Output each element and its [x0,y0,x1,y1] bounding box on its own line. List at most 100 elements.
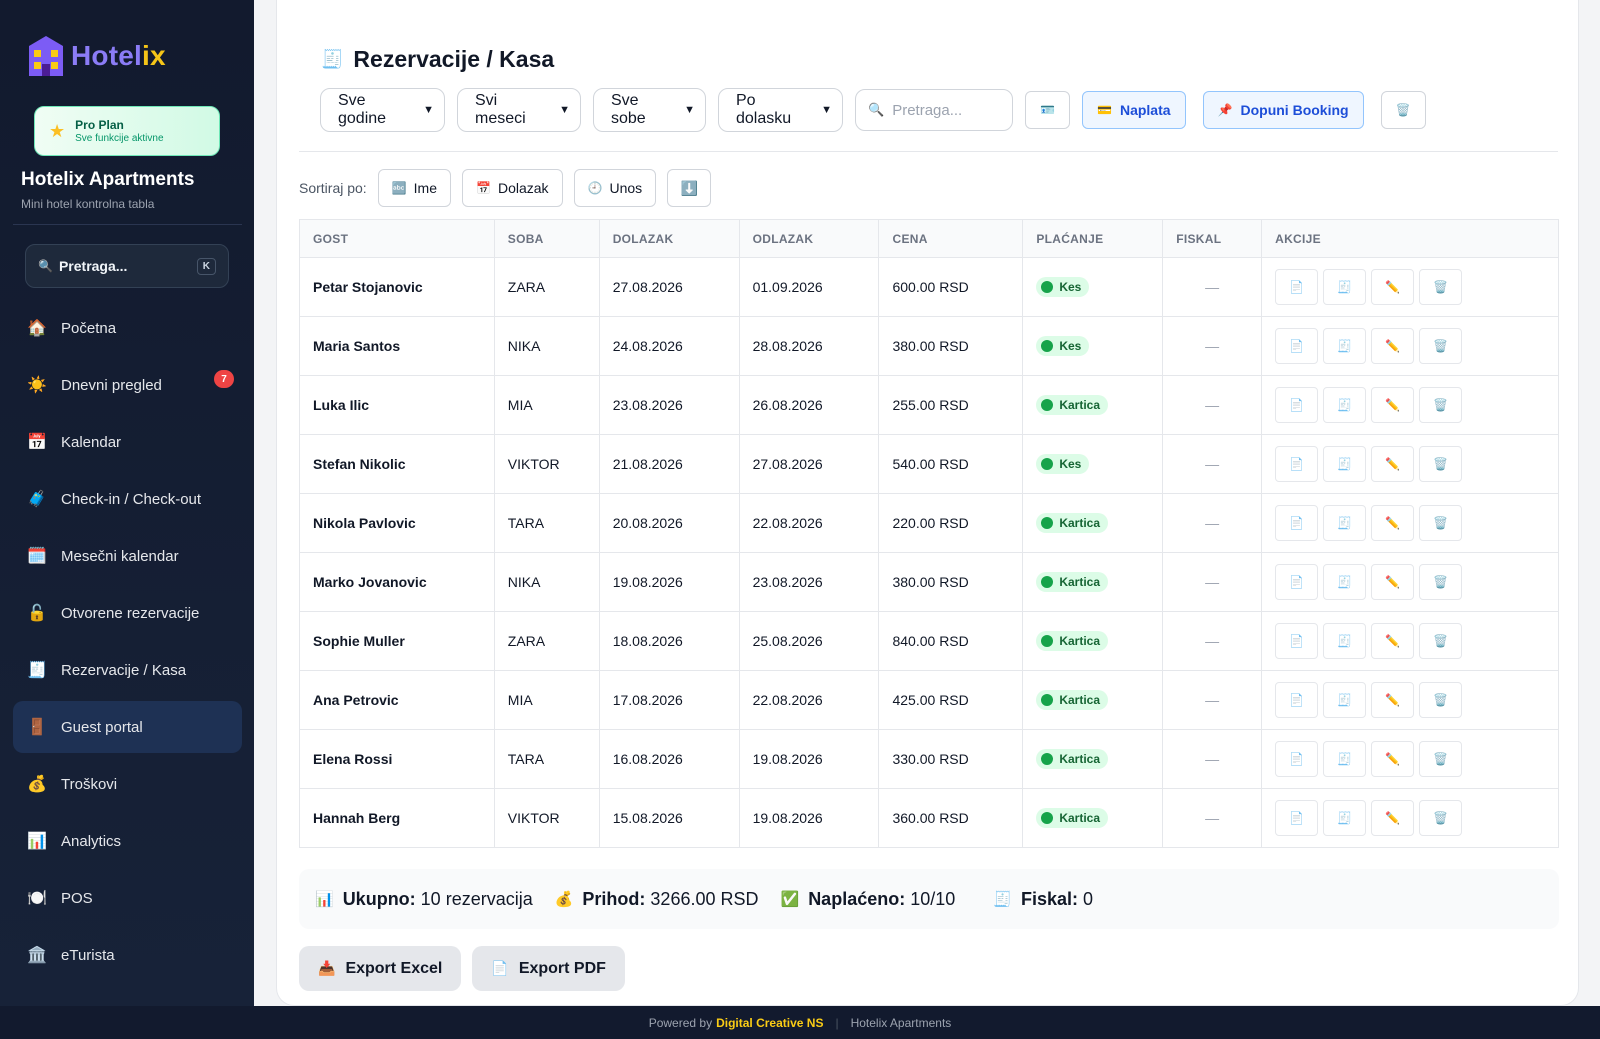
room-cell: ZARA [493,257,600,317]
room-cell: ZARA [493,611,600,671]
fiscal-receipt-button[interactable]: 🧾 [1323,741,1367,777]
receipt-icon: 🧾 [1337,339,1353,353]
export-excel-button[interactable]: 📥 Export Excel [299,946,462,991]
view-document-button[interactable]: 📄 [1275,505,1319,541]
edit-button[interactable]: ✏️ [1371,741,1415,777]
fiscal-receipt-button[interactable]: 🧾 [1323,564,1367,600]
payment-cell: Kes [1022,257,1164,317]
delete-all-button[interactable]: 🗑️ [1380,91,1426,129]
edit-button[interactable]: ✏️ [1371,328,1415,364]
footer-brand-link[interactable]: Digital Creative NS [716,1016,823,1030]
room-select[interactable]: Sve sobe ▼ [593,88,706,132]
sidebar-item-po-etna[interactable]: 🏠 Početna [13,302,242,354]
fiscal-receipt-button[interactable]: 🧾 [1323,800,1367,836]
sidebar-item-check-in-check-out[interactable]: 🧳 Check-in / Check-out [13,473,242,525]
order-select[interactable]: Po dolasku ▼ [718,88,843,132]
fiscal-receipt-button[interactable]: 🧾 [1323,269,1367,305]
fiscal-receipt-button[interactable]: 🧾 [1323,446,1367,482]
fiscal-receipt-button[interactable]: 🧾 [1323,387,1367,423]
arrival-cell: 19.08.2026 [598,552,740,612]
column-header: ODLAZAK [738,219,880,258]
logo[interactable]: Hotelix [29,36,166,76]
year-select[interactable]: Sve godine ▼ [320,88,445,132]
delete-button[interactable]: 🗑️ [1419,564,1463,600]
dopuni-booking-button[interactable]: 📌 Dopuni Booking [1202,91,1364,129]
sidebar-item-mese-ni-kalendar[interactable]: 🗓️ Mesečni kalendar [13,530,242,582]
edit-button[interactable]: ✏️ [1371,269,1415,305]
payment-cell: Kes [1022,434,1164,494]
fiscal-receipt-button[interactable]: 🧾 [1323,623,1367,659]
plan-subtitle: Sve funkcije aktivne [75,133,164,144]
sidebar-item-analytics[interactable]: 📊 Analytics [13,815,242,867]
fiscal-receipt-button[interactable]: 🧾 [1323,682,1367,718]
delete-button[interactable]: 🗑️ [1419,741,1463,777]
actions-cell: 📄 🧾 ✏️ 🗑️ [1261,670,1559,730]
edit-button[interactable]: ✏️ [1371,682,1415,718]
sidebar-item-rezervacije-kasa[interactable]: 🧾 Rezervacije / Kasa [13,644,242,696]
table-row: Elena Rossi TARA 16.08.2026 19.08.2026 330.0… [299,729,1559,789]
edit-button[interactable]: ✏️ [1371,623,1415,659]
naplata-button[interactable]: 💳 Naplata [1082,91,1186,129]
view-document-button[interactable]: 📄 [1275,387,1319,423]
sort-arrival-button[interactable]: 📅 Dolazak [462,169,563,207]
view-document-button[interactable]: 📄 [1275,682,1319,718]
view-document-button[interactable]: 📄 [1275,741,1319,777]
sort-entry-button[interactable]: 🕘 Unos [573,169,657,207]
delete-button[interactable]: 🗑️ [1419,387,1463,423]
fiscal-receipt-button[interactable]: 🧾 [1323,505,1367,541]
view-document-button[interactable]: 📄 [1275,800,1319,836]
room-cell: VIKTOR [493,788,600,848]
room-cell: TARA [493,729,600,789]
view-document-button[interactable]: 📄 [1275,328,1319,364]
edit-button[interactable]: ✏️ [1371,505,1415,541]
edit-button[interactable]: ✏️ [1371,800,1415,836]
sidebar-item-tro-kovi[interactable]: 💰 Troškovi [13,758,242,810]
edit-button[interactable]: ✏️ [1371,564,1415,600]
departure-cell: 22.08.2026 [738,670,880,730]
sidebar-search[interactable]: 🔍 Pretraga... K [25,244,229,288]
export-pdf-button[interactable]: 📄 Export PDF [472,946,625,991]
table-row: Ana Petrovic MIA 17.08.2026 22.08.2026 425.0… [299,670,1559,730]
view-document-button[interactable]: 📄 [1275,446,1319,482]
delete-button[interactable]: 🗑️ [1419,800,1463,836]
search-icon: 🔍 [38,259,53,273]
sidebar-item-eturista[interactable]: 🏛️ eTurista [13,929,242,981]
fiscal-receipt-button[interactable]: 🧾 [1323,328,1367,364]
guest-cell: Maria Santos [299,316,495,376]
search-input[interactable]: 🔍 Pretraga... [855,89,1013,131]
id-card-button[interactable]: 🪪 [1025,91,1070,129]
search-icon: 🔍 [868,102,885,117]
sidebar-item-guest-portal[interactable]: 🚪 Guest portal [13,701,242,753]
sidebar-item-kalendar[interactable]: 📅 Kalendar [13,416,242,468]
sidebar-item-pos[interactable]: 🍽️ POS [13,872,242,924]
guest-cell: Petar Stojanovic [299,257,495,317]
footer-powered: Powered by [648,1015,713,1030]
delete-button[interactable]: 🗑️ [1419,623,1463,659]
document-icon: 📄 [1289,280,1305,294]
payment-cell: Kartica [1022,788,1164,848]
month-select[interactable]: Svi meseci ▼ [457,88,581,132]
trash-icon: 🗑️ [1433,457,1449,471]
edit-button[interactable]: ✏️ [1371,446,1415,482]
delete-button[interactable]: 🗑️ [1419,328,1463,364]
delete-button[interactable]: 🗑️ [1419,269,1463,305]
payment-badge: Kartica [1036,395,1108,415]
edit-button[interactable]: ✏️ [1371,387,1415,423]
receipt-icon: 🧾 [27,662,47,679]
trash-icon: 🗑️ [1433,516,1449,530]
view-document-button[interactable]: 📄 [1275,623,1319,659]
sort-name-button[interactable]: 🔤 Ime [377,169,451,207]
sidebar-item-label: eTurista [61,946,115,964]
receipt-icon: 🧾 [1337,752,1353,766]
guest-cell: Elena Rossi [299,729,495,789]
view-document-button[interactable]: 📄 [1275,564,1319,600]
delete-button[interactable]: 🗑️ [1419,505,1463,541]
sort-direction-button[interactable]: ⬇️ [667,169,712,207]
view-document-button[interactable]: 📄 [1275,269,1319,305]
delete-button[interactable]: 🗑️ [1419,446,1463,482]
delete-button[interactable]: 🗑️ [1419,682,1463,718]
sidebar-item-dnevni-pregled[interactable]: ☀️ Dnevni pregled 7 [13,359,242,411]
sidebar-item-otvorene-rezervacije[interactable]: 🔓 Otvorene rezervacije [13,587,242,639]
summary-fiscal: 🧾 Fiskal: 0 [993,888,1093,909]
document-icon: 📄 [1289,398,1305,412]
